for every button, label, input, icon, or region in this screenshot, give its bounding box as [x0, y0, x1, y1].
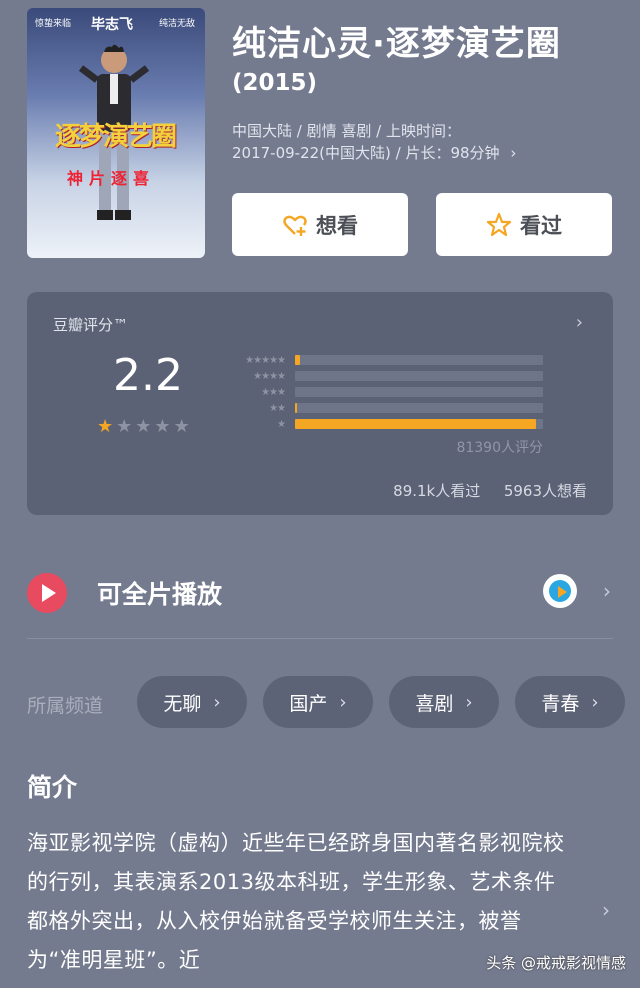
rating-bar-track	[295, 355, 543, 365]
star-empty-icon: ★	[116, 416, 133, 437]
rating-bar-stars: ★	[277, 418, 286, 430]
channel-pill[interactable]: 喜剧 ›	[389, 676, 499, 728]
rating-bar-track	[295, 403, 543, 413]
tencent-video-icon	[543, 574, 577, 608]
watched-count: 89.1k人看过	[393, 482, 481, 500]
rating-bar-track	[295, 419, 543, 429]
rating-bar-fill	[295, 403, 298, 413]
poster-actor-name: 毕志飞	[91, 17, 133, 33]
chevron-right-icon: ›	[603, 579, 611, 603]
poster-tagline-left: 惊蛰来临	[35, 19, 72, 29]
chevron-right-icon: ›	[591, 691, 599, 713]
chevron-right-icon[interactable]: ›	[602, 898, 610, 922]
star-empty-icon: ★	[173, 416, 190, 437]
rating-bar-row: ★	[223, 416, 543, 432]
movie-poster[interactable]: 惊蛰来临 毕志飞 纯洁无敌 逐梦演艺圈 神片逐喜	[27, 8, 205, 258]
channel-name: 无聊	[163, 692, 202, 715]
rating-bar-stars: ★★★★★	[245, 354, 286, 366]
watermark: 头条 @戒戒影视情感	[486, 954, 626, 972]
poster-tagline-right: 纯洁无敌	[158, 19, 195, 29]
rating-bar-fill	[295, 355, 300, 365]
want-to-watch-button[interactable]: 想看	[232, 193, 408, 256]
rating-bar-row: ★★	[223, 400, 543, 416]
channel-name: 喜剧	[415, 692, 454, 715]
rating-bar-track	[295, 371, 543, 381]
rating-bar-stars: ★★	[269, 402, 286, 414]
channel-pill[interactable]: 无聊 ›	[137, 676, 247, 728]
want-count: 5963人想看	[503, 482, 587, 500]
play-full-label: 可全片播放	[97, 580, 223, 609]
channels-label: 所属频道	[27, 695, 104, 717]
channel-name: 青春	[541, 692, 580, 715]
star-outline-icon	[486, 212, 512, 236]
play-full-row[interactable]: 可全片播放 ›	[27, 565, 613, 621]
chevron-right-icon: ›	[465, 691, 473, 713]
watched-button[interactable]: 看过	[436, 193, 612, 256]
rating-footer: 89.1k人看过 5963人想看	[393, 480, 587, 501]
rating-bar-row: ★★★★★	[223, 352, 543, 368]
channel-pill[interactable]: 国产 ›	[263, 676, 373, 728]
movie-title: 纯洁心灵·逐梦演艺圈	[232, 24, 561, 64]
chevron-right-icon: ›	[213, 691, 221, 713]
rating-score: 2.2	[113, 350, 183, 401]
movie-year: (2015)	[232, 70, 318, 96]
rating-bar-track	[295, 387, 543, 397]
chevron-right-icon: ›	[510, 144, 517, 162]
channels-row: 所属频道 无聊 › 国产 › 喜剧 › 青春 ›	[27, 674, 640, 730]
rating-bar-row: ★★★	[223, 384, 543, 400]
rating-bar-row: ★★★★	[223, 368, 543, 384]
movie-meta[interactable]: 中国大陆 / 剧情 喜剧 / 上映时间： 2017-09-22(中国大陆) / …	[232, 120, 592, 164]
heart-plus-icon	[283, 215, 307, 236]
rating-distribution: ★★★★★ ★★★★ ★★★ ★★ ★	[223, 352, 543, 432]
movie-meta-line2: 2017-09-22(中国大陆) / 片长：98分钟 ›	[232, 142, 592, 164]
rating-bar-stars: ★★★	[261, 386, 286, 398]
movie-meta-line2-text: 2017-09-22(中国大陆) / 片长：98分钟	[232, 144, 500, 162]
rating-count: 81390人评分	[456, 440, 543, 456]
rating-card[interactable]: 豆瓣评分™ › 2.2 ★ ★ ★ ★ ★ ★★★★★ ★★★★ ★★★ ★★ ★ 81390人…	[27, 292, 613, 515]
star-empty-icon: ★	[135, 416, 152, 437]
rating-label: 豆瓣评分™	[53, 316, 129, 334]
watched-label: 看过	[520, 213, 562, 238]
chevron-right-icon: ›	[339, 691, 347, 713]
rating-stars: ★ ★ ★ ★ ★	[97, 416, 190, 437]
movie-meta-line1: 中国大陆 / 剧情 喜剧 / 上映时间：	[232, 122, 461, 140]
chevron-right-icon: ›	[575, 312, 583, 333]
divider	[27, 638, 613, 639]
star-filled-icon: ★	[97, 416, 114, 437]
rating-bar-stars: ★★★★	[253, 370, 286, 382]
poster-logo: 逐梦演艺圈	[55, 122, 177, 152]
poster-logo-sub: 神片逐喜	[67, 169, 156, 188]
star-empty-icon: ★	[154, 416, 171, 437]
channel-pill[interactable]: 青春 ›	[515, 676, 625, 728]
channel-name: 国产	[289, 692, 328, 715]
rating-bar-fill	[295, 419, 536, 429]
intro-heading: 简介	[27, 773, 78, 802]
want-to-watch-label: 想看	[316, 213, 358, 238]
play-icon	[27, 573, 67, 613]
